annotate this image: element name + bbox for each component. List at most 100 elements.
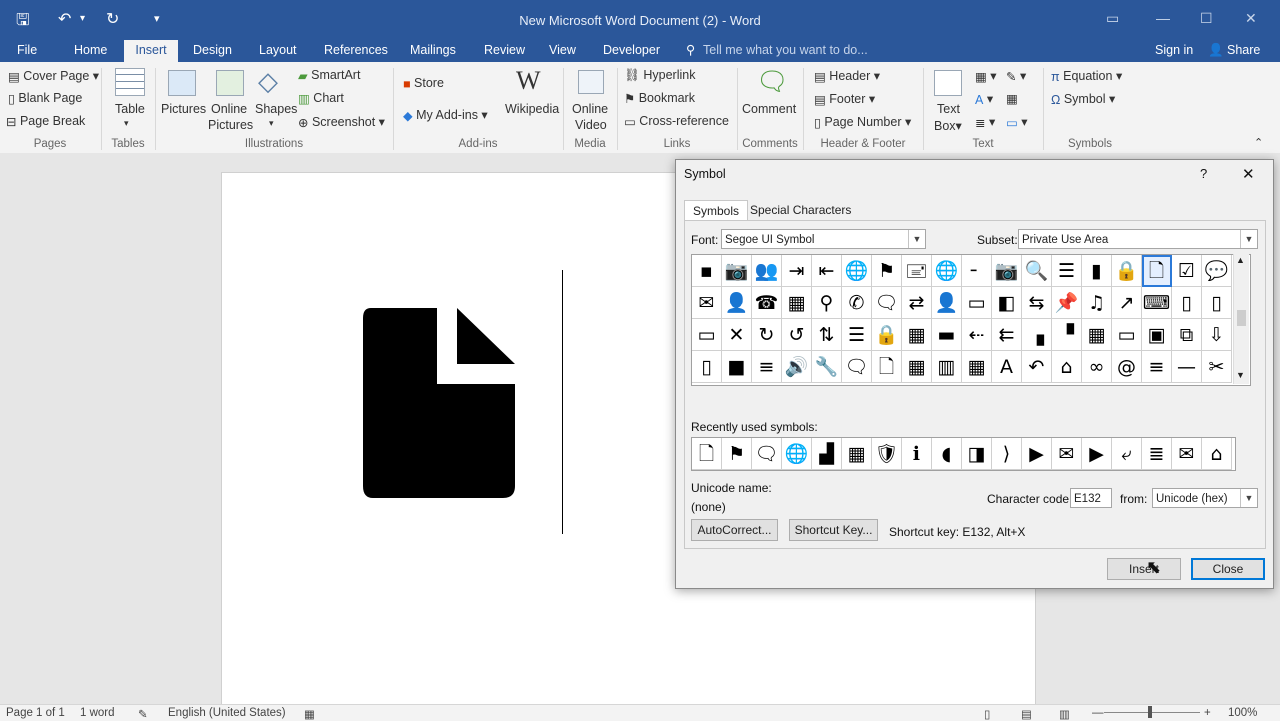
symbol-cell[interactable]: 👤 [932, 287, 962, 319]
tab-layout[interactable]: Layout [259, 40, 297, 62]
read-mode-icon[interactable]: ▯ [984, 707, 990, 721]
symbol-cell[interactable]: ⇩ [1202, 319, 1232, 351]
equation-button[interactable]: π Equation ▾ [1051, 68, 1122, 84]
header-button[interactable]: ▤ Header ▾ [814, 68, 880, 84]
close-window-icon[interactable]: ✕ [1245, 10, 1257, 27]
signature-line-button[interactable]: ✎ ▾ [1006, 68, 1026, 84]
tab-design[interactable]: Design [193, 40, 232, 62]
recent-symbol-cell[interactable]: ▟ [812, 438, 842, 470]
symbol-cell[interactable]: ▦ [1082, 319, 1112, 351]
symbol-cell[interactable]: ↗ [1112, 287, 1142, 319]
recent-symbol-cell[interactable]: ▦ [842, 438, 872, 470]
symbol-cell[interactable]: 💬 [1202, 255, 1232, 287]
recent-symbol-cell[interactable]: ⌂ [1202, 438, 1232, 470]
symbol-cell[interactable]: 🔍 [1022, 255, 1052, 287]
symbol-cell[interactable]: ▯ [692, 351, 722, 383]
recent-symbol-cell[interactable]: ✉ [1052, 438, 1082, 470]
recent-symbol-cell[interactable]: ▶ [1022, 438, 1052, 470]
drop-cap-button[interactable]: ≣ ▾ [975, 114, 995, 130]
symbol-cell[interactable]: ⇥ [782, 255, 812, 287]
symbol-button[interactable]: Ω Symbol ▾ [1051, 91, 1115, 107]
smartart-button[interactable]: ▰ SmartArt [298, 68, 360, 83]
symbol-cell[interactable]: ▭ [962, 287, 992, 319]
recent-symbol-cell[interactable]: ⚑ [722, 438, 752, 470]
page-break-button[interactable]: ⊟ Page Break [6, 114, 85, 129]
symbol-cell[interactable]: ▝ [1052, 319, 1082, 351]
symbol-cell[interactable]: ↺ [782, 319, 812, 351]
symbol-cell[interactable]: ≡ [1142, 351, 1172, 383]
macro-icon[interactable]: ▦ [304, 707, 315, 721]
recent-symbol-cell[interactable]: 🛡 [872, 438, 902, 470]
symbol-cell[interactable]: ☰ [842, 319, 872, 351]
proofing-icon[interactable]: ✎ [138, 707, 148, 721]
share-button[interactable]: Share [1227, 40, 1260, 62]
symbol-cell[interactable]: ▭ [1112, 319, 1142, 351]
insert-button[interactable]: Insert [1107, 558, 1181, 580]
zoom-level[interactable]: 100% [1228, 707, 1257, 719]
symbol-cell[interactable]: ✕ [722, 319, 752, 351]
tab-view[interactable]: View [549, 40, 576, 62]
symbol-cell[interactable]: 👤 [722, 287, 752, 319]
symbol-cell[interactable]: ☰ [1052, 255, 1082, 287]
from-select[interactable]: Unicode (hex) ▼ [1152, 488, 1258, 508]
recent-symbol-cell[interactable]: ▶ [1082, 438, 1112, 470]
symbol-cell[interactable]: ▗ [1022, 319, 1052, 351]
tab-insert[interactable]: Insert [124, 40, 178, 62]
bookmark-button[interactable]: ⚑ Bookmark [624, 91, 695, 106]
collapse-ribbon-icon[interactable]: ⌃ [1254, 136, 1263, 149]
symbol-cell[interactable]: ✉ [692, 287, 722, 319]
font-select[interactable]: Segoe UI Symbol ▼ [721, 229, 926, 249]
symbol-cell[interactable]: ▥ [932, 351, 962, 383]
comment-button[interactable]: Comment [742, 102, 796, 116]
screenshot-button[interactable]: ⊕ Screenshot ▾ [298, 114, 385, 130]
symbol-cell[interactable]: ⚲ [812, 287, 842, 319]
tab-file[interactable]: File [17, 40, 37, 62]
chart-button[interactable]: ▥ Chart [298, 91, 344, 106]
symbol-cell[interactable]: 🗋 [1142, 255, 1172, 287]
recent-symbols-grid[interactable]: 🗋 ⚑ 🗨 🌐 ▟ ▦ 🛡 ℹ ◖ ◨ ⟩ ▶ ✉ ▶ ⤶ ≣ ✉ ⌂ [691, 437, 1236, 471]
help-button[interactable]: ? [1200, 166, 1207, 181]
symbol-cell[interactable]: ⚑ [872, 255, 902, 287]
autocorrect-button[interactable]: AutoCorrect... [691, 519, 778, 541]
object-button[interactable]: ▭ ▾ [1006, 114, 1028, 130]
symbol-cell[interactable]: 👥 [752, 255, 782, 287]
symbol-cell[interactable]: ▯ [1172, 287, 1202, 319]
symbol-cell[interactable]: ⧉ [1172, 319, 1202, 351]
table-dropdown-icon[interactable]: ▾ [124, 118, 129, 129]
recent-symbol-cell[interactable]: 🗋 [692, 438, 722, 470]
tab-developer[interactable]: Developer [603, 40, 660, 62]
store-button[interactable]: ■ Store [403, 76, 444, 91]
symbol-cell[interactable]: 📷 [992, 255, 1022, 287]
scroll-up-icon[interactable]: ▲ [1236, 255, 1245, 265]
symbol-cell[interactable]: — [1172, 351, 1202, 383]
zoom-slider[interactable] [1104, 712, 1200, 713]
close-button[interactable]: Close [1191, 558, 1265, 580]
symbol-cell[interactable]: ⇆ [1022, 287, 1052, 319]
symbol-cell[interactable]: ▬ [932, 319, 962, 351]
footer-button[interactable]: ▤ Footer ▾ [814, 91, 875, 107]
table-button[interactable]: Table [115, 102, 145, 116]
symbol-cell[interactable]: ⌂ [1052, 351, 1082, 383]
symbol-cell[interactable]: ▦ [782, 287, 812, 319]
symbol-cell[interactable]: ■ [722, 351, 752, 383]
text-box-button[interactable]: Text [937, 102, 960, 116]
online-pictures-button[interactable]: Online [211, 102, 247, 116]
symbol-cell[interactable]: ▣ [1142, 319, 1172, 351]
tab-review[interactable]: Review [484, 40, 525, 62]
web-layout-icon[interactable]: ▥ [1059, 707, 1070, 721]
symbol-cell[interactable]: 📷 [722, 255, 752, 287]
symbol-cell[interactable]: ▦ [902, 319, 932, 351]
blank-page-button[interactable]: ▯ Blank Page [8, 91, 82, 106]
page-number-button[interactable]: ▯ Page Number ▾ [814, 114, 911, 130]
word-count[interactable]: 1 word [80, 707, 115, 719]
symbol-cell[interactable]: ⌨ [1142, 287, 1172, 319]
shapes-button[interactable]: Shapes [255, 102, 297, 116]
cover-page-button[interactable]: ▤ Cover Page ▾ [8, 68, 99, 84]
symbol-cell[interactable]: ▦ [962, 351, 992, 383]
tab-special-characters[interactable]: Special Characters [742, 200, 859, 220]
symbol-cell[interactable]: 🌐 [842, 255, 872, 287]
ribbon-display-options-icon[interactable]: ▭ [1106, 10, 1119, 27]
symbol-cell[interactable]: 🗨 [842, 351, 872, 383]
symbol-cell[interactable]: ✆ [842, 287, 872, 319]
zoom-slider-thumb[interactable] [1148, 706, 1152, 718]
